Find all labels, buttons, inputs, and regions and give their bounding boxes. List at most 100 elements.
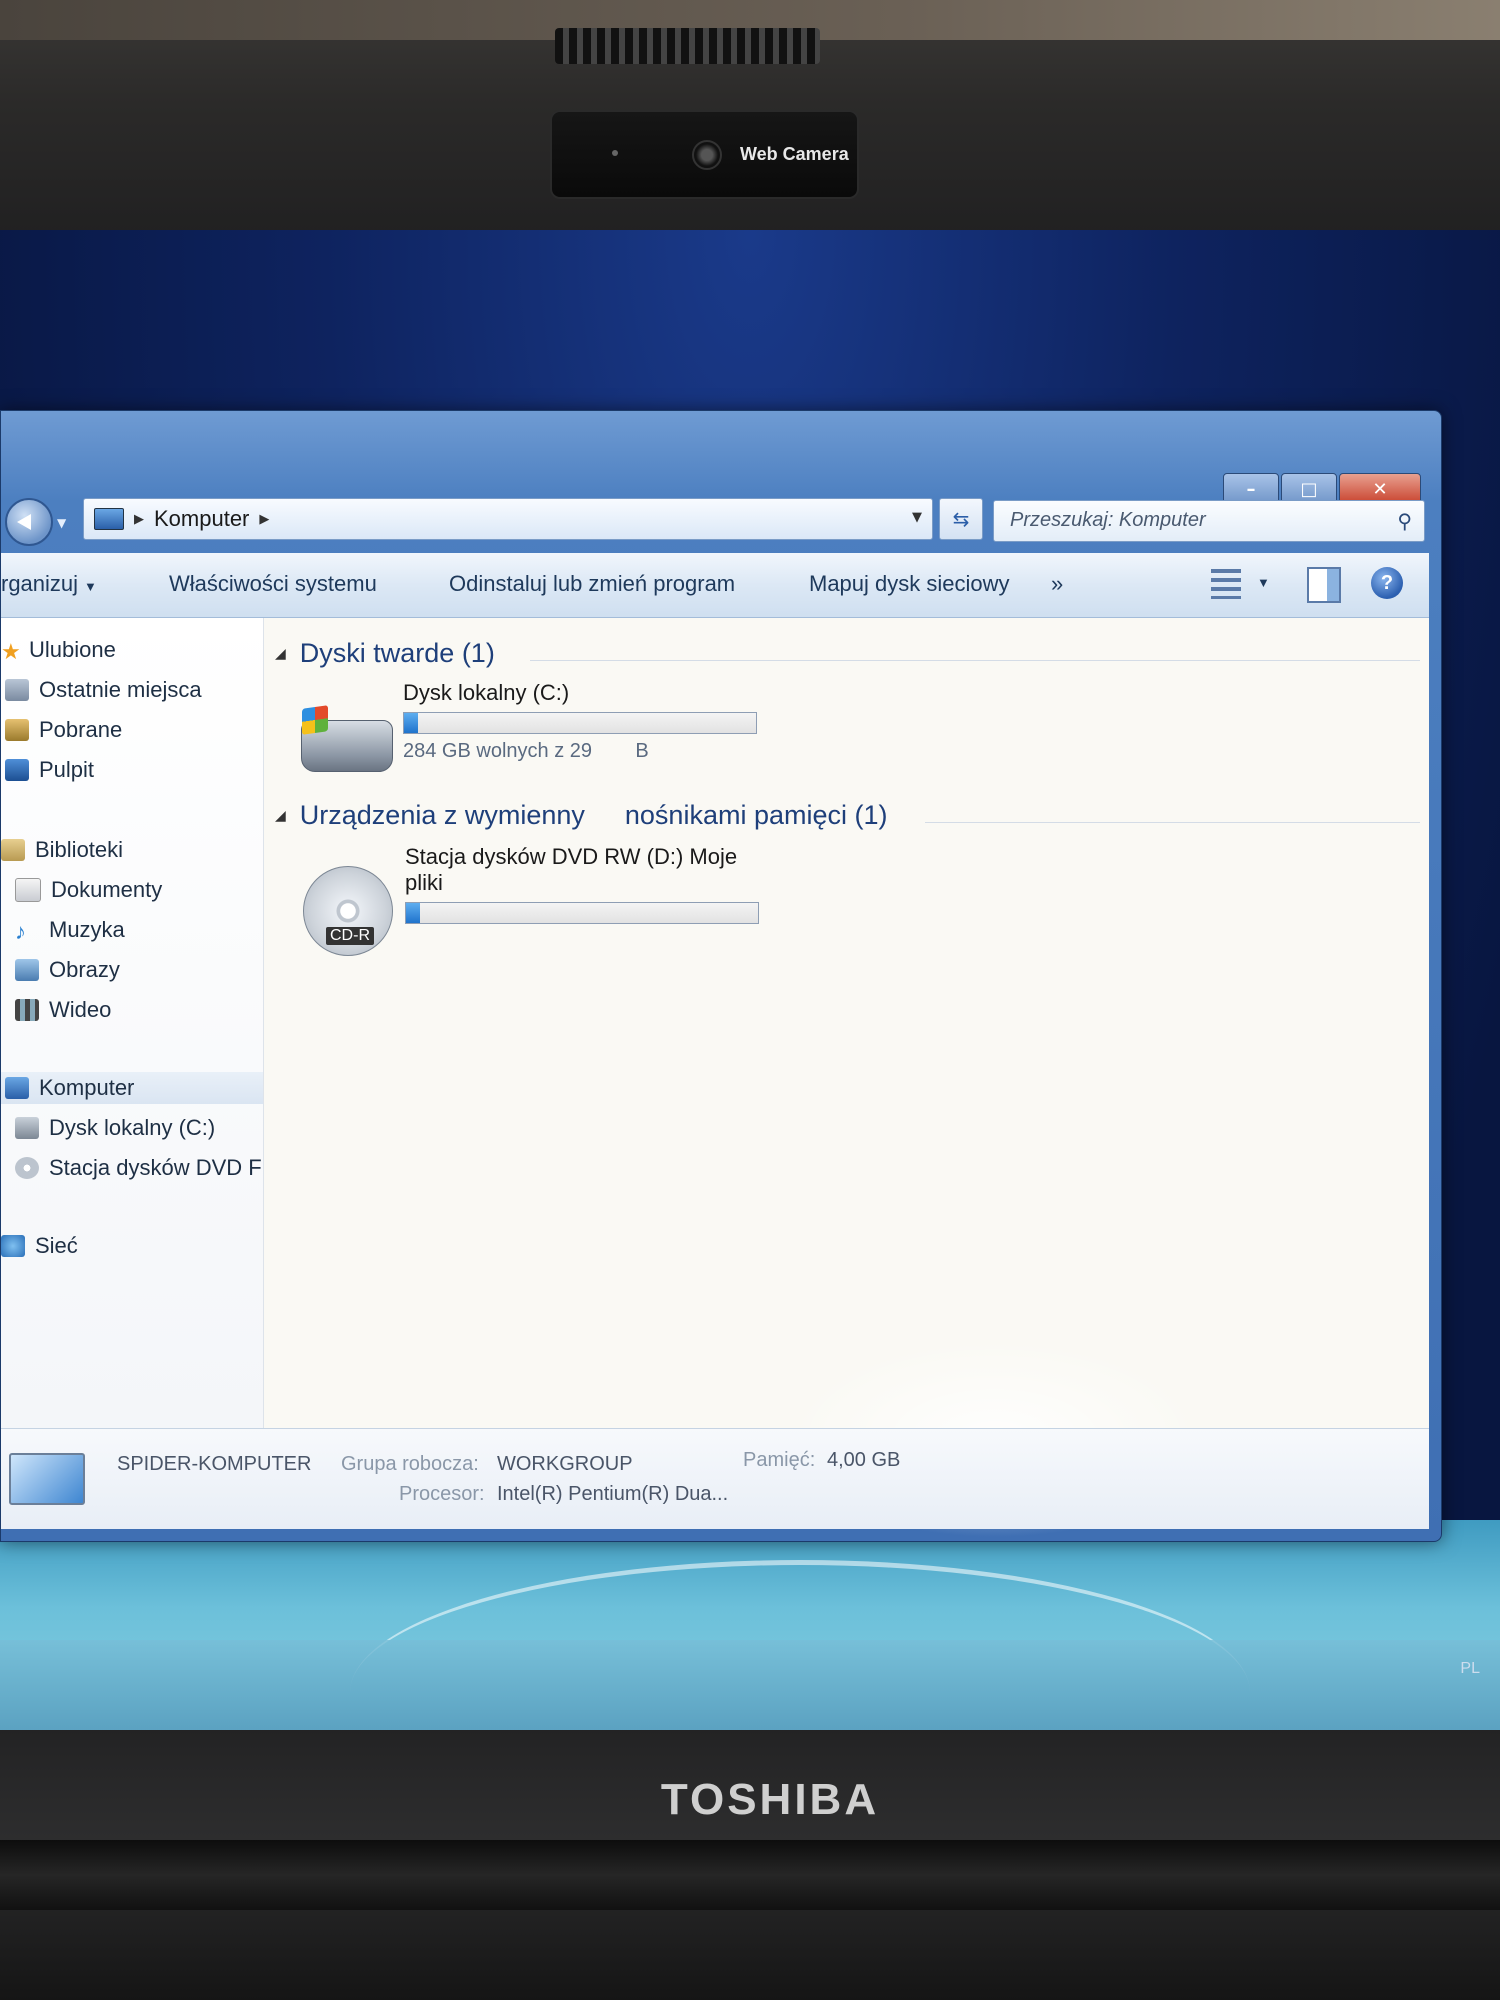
taskbar (0, 1640, 1500, 1740)
preview-pane-icon[interactable] (1307, 567, 1341, 603)
tray-language[interactable]: PL (1460, 1660, 1480, 1678)
music-note-icon: ♪ (15, 919, 26, 944)
drive-usage-bar (403, 712, 757, 734)
sidebar-item-libraries[interactable]: Biblioteki (1, 834, 123, 866)
sidebar-item-recent-places[interactable]: Ostatnie miejsca (5, 674, 202, 706)
sidebar-item-local-disk-c[interactable]: Dysk lokalny (C:) (15, 1112, 215, 1144)
uninstall-program-button[interactable]: Odinstaluj lub zmień program (449, 571, 735, 597)
organize-label: rganizuj (1, 571, 79, 596)
drive-details: Stacja dysków DVD RW (D:) Moje pliki (405, 844, 759, 924)
sidebar-item-pictures[interactable]: Obrazy (15, 954, 120, 986)
sidebar-item-dvd-drive[interactable]: Stacja dysków DVD F (15, 1152, 262, 1184)
sidebar-item-music[interactable]: ♪ Muzyka (15, 914, 125, 946)
breadcrumb-computer[interactable]: Komputer (154, 506, 249, 532)
sidebar-item-network[interactable]: Sieć (1, 1230, 78, 1262)
libraries-icon (1, 839, 25, 861)
drive-usage-fill (404, 713, 419, 733)
map-network-drive-button[interactable]: Mapuj dysk sieciowy (809, 571, 1010, 597)
processor-value: Intel(R) Pentium(R) Dua... (497, 1483, 729, 1505)
system-properties-button[interactable]: Właściwości systemu (169, 571, 377, 597)
sidebar-label: Dysk lokalny (C:) (49, 1115, 216, 1140)
search-icon[interactable]: ⚲ (1397, 509, 1412, 533)
explorer-window: – □ ✕ ▼ ▶ Komputer ▶ ▼ ⇆ Przeszukaj: Kom… (0, 410, 1442, 1542)
sidebar-item-computer[interactable]: Komputer (1, 1072, 263, 1104)
hard-drive-icon (301, 705, 393, 772)
drive-usage-bar (405, 902, 759, 924)
group-divider (530, 660, 1420, 661)
group-title-part1: Urządzenia z wymienny (299, 800, 585, 830)
content-pane: ◢ Dyski twarde (1) Dysk lokalny (C:) 284… (265, 618, 1425, 1538)
drive-name: Dysk lokalny (C:) (403, 680, 570, 705)
breadcrumb-separator-icon[interactable]: ▶ (134, 512, 144, 527)
refresh-button[interactable]: ⇆ (939, 498, 983, 540)
sidebar-label: Muzyka (49, 917, 125, 942)
drive-free-space: 284 GB wolnych z 2900 GB (403, 740, 757, 763)
dvd-disc-icon: CD-R (303, 866, 393, 956)
address-dropdown-icon[interactable]: ▼ (912, 510, 922, 525)
laptop-bezel-top: Web Camera (0, 0, 1500, 260)
sidebar-libraries-label: Biblioteki (35, 837, 124, 862)
computer-icon (9, 1453, 85, 1505)
star-icon: ★ (1, 639, 21, 664)
sidebar-item-favorites[interactable]: ★ Ulubione (1, 634, 116, 666)
details-pane: SPIDER-KOMPUTER Grupa robocza: WORKGROUP… (1, 1428, 1429, 1529)
memory-value: 4,00 GB (827, 1449, 901, 1471)
organize-button[interactable]: rganizuj ▼ (1, 571, 97, 597)
drive-details: Dysk lokalny (C:) 284 GB wolnych z 2900 … (403, 680, 757, 763)
group-title: Dyski twarde (1) (299, 638, 495, 668)
webcam-lens (692, 140, 722, 170)
sidebar-label: Obrazy (49, 957, 120, 982)
change-view-icon[interactable] (1211, 569, 1241, 599)
history-dropdown-icon[interactable]: ▼ (57, 516, 66, 530)
computer-icon (94, 508, 124, 530)
desktop-icon (5, 759, 29, 781)
drive-free-space-tail: B (635, 740, 649, 762)
memory-label: Pamięć: (743, 1449, 816, 1471)
pictures-icon (15, 959, 39, 981)
sidebar-item-downloads[interactable]: Pobrane (5, 714, 122, 746)
back-arrow-icon[interactable] (5, 498, 53, 546)
sidebar-item-desktop[interactable]: Pulpit (5, 754, 94, 786)
group-header-removable[interactable]: ◢ Urządzenia z wymienny nośnikami pamięc… (275, 800, 887, 831)
search-placeholder: Przeszukaj: Komputer (1010, 509, 1206, 531)
collapse-triangle-icon[interactable]: ◢ (275, 645, 286, 662)
cd-r-badge: CD-R (326, 927, 374, 945)
search-input[interactable]: Przeszukaj: Komputer ⚲ (993, 500, 1425, 542)
collapse-triangle-icon[interactable]: ◢ (275, 807, 286, 824)
sidebar-item-videos[interactable]: Wideo (15, 994, 111, 1026)
recent-places-icon (5, 679, 29, 701)
help-icon[interactable]: ? (1371, 567, 1403, 599)
sidebar-label: Stacja dysków DVD F (49, 1155, 262, 1180)
sidebar-label: Ostatnie miejsca (39, 677, 202, 702)
chevron-down-icon: ▼ (84, 579, 97, 594)
brand-logo: TOSHIBA (660, 1775, 880, 1824)
group-header-hard-disks[interactable]: ◢ Dyski twarde (1) (275, 638, 495, 669)
sidebar-label: Pobrane (39, 717, 123, 742)
workgroup-label: Grupa robocza: (341, 1453, 479, 1475)
command-bar: rganizuj ▼ Właściwości systemu Odinstaluj… (1, 553, 1429, 618)
more-commands-button[interactable]: » (1051, 571, 1063, 597)
sidebar-label: Wideo (49, 997, 112, 1022)
explorer-body: ★ Ulubione Ostatnie miejsca Pobrane Pulp… (1, 618, 1429, 1538)
drive-usage-fill (406, 903, 421, 923)
processor-label: Procesor: (399, 1483, 485, 1505)
webcam: Web Camera (550, 110, 859, 199)
drive-free-space-text: 284 GB wolnych z 29 (403, 740, 592, 762)
view-dropdown-icon[interactable]: ▼ (1257, 575, 1270, 590)
documents-icon (15, 878, 41, 902)
navigation-pane: ★ Ulubione Ostatnie miejsca Pobrane Pulp… (1, 618, 264, 1428)
bezel-grille (555, 28, 820, 64)
dvd-drive-icon (15, 1157, 39, 1179)
drive-name-line2: pliki (405, 870, 443, 895)
sidebar-item-documents[interactable]: Dokumenty (15, 874, 162, 906)
sidebar-favorites-label: Ulubione (29, 637, 116, 662)
video-film-icon (15, 999, 39, 1021)
downloads-folder-icon (5, 719, 29, 741)
workgroup-value: WORKGROUP (497, 1453, 633, 1475)
computer-name: SPIDER-KOMPUTER (117, 1453, 312, 1475)
address-bar[interactable]: ▶ Komputer ▶ ▼ (83, 498, 933, 540)
windows-logo-icon (302, 705, 328, 735)
drive-name-line1: Stacja dysków DVD RW (D:) Moje (405, 844, 738, 869)
breadcrumb-chevron-icon[interactable]: ▶ (259, 512, 269, 527)
webcam-label: Web Camera (740, 144, 849, 164)
